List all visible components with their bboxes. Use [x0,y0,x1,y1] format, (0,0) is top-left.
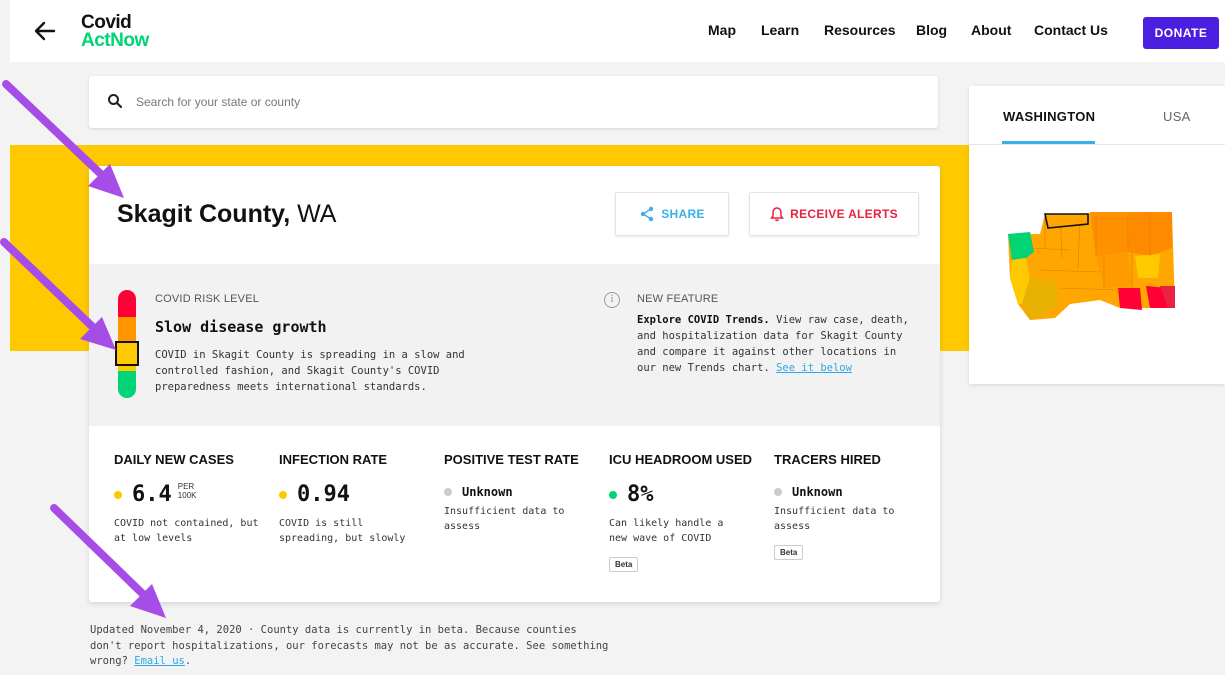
nav-contact-us[interactable]: Contact Us [1034,22,1108,38]
tab-usa[interactable]: USA [1163,109,1191,124]
nav-learn[interactable]: Learn [761,22,799,38]
risk-section: COVID RISK LEVEL Slow disease growth COV… [89,264,940,426]
metric-value: 0.94 [297,482,350,507]
metric-title: POSITIVE TEST RATE [444,452,579,467]
unit-top: PER [177,481,195,491]
receive-alerts-button[interactable]: RECEIVE ALERTS [749,192,919,236]
beta-badge: Beta [774,545,804,560]
tab-divider [969,144,1225,145]
bell-icon [770,207,785,222]
share-label: SHARE [661,207,705,221]
search-input[interactable]: Search for your state or county [89,76,938,128]
nav-map[interactable]: Map [708,22,736,38]
state-abbrev: WA [297,200,337,228]
metric-title: TRACERS HIRED [774,452,881,467]
metric-value: 8% [627,482,654,507]
nav-blog[interactable]: Blog [916,22,947,38]
metric-icu-headroom[interactable]: ICU HEADROOM USED 8% Can likely handle a… [609,452,759,572]
risk-description: COVID in Skagit County is spreading in a… [155,349,465,393]
metric-description: Insufficient data to assess [444,506,565,532]
share-icon [641,206,654,222]
footnote-end: . [184,655,192,667]
search-icon [108,94,123,109]
metric-unit: PER 100K [178,482,197,500]
map-panel: WASHINGTON USA [969,86,1225,384]
unit-bottom: 100K [177,490,197,500]
metric-tracers-hired[interactable]: TRACERS HIRED Unknown Insufficient data … [774,452,924,560]
see-it-below-link[interactable]: See it below [776,362,852,374]
metric-description: Insufficient data to assess [774,506,895,532]
logo-line-2: ActNow [81,30,149,51]
covid-act-now-logo[interactable]: Covid ActNow [81,13,149,51]
nav-resources[interactable]: Resources [824,22,896,38]
location-card: Skagit County, WA SHARE RECEIVE ALERTS C… [89,166,940,602]
tab-washington[interactable]: WASHINGTON [1003,109,1095,124]
info-icon: i [604,292,620,308]
footnote: Updated November 4, 2020 · County data i… [90,623,610,670]
metric-title: INFECTION RATE [279,452,388,467]
status-dot [444,488,452,496]
status-dot [279,490,287,499]
donate-button[interactable]: DONATE [1143,17,1219,49]
washington-county-map[interactable] [1000,208,1176,324]
meter-selected-indicator [115,341,139,366]
email-us-link[interactable]: Email us [134,655,185,667]
new-feature-bold: Explore COVID Trends. [637,314,770,326]
new-feature-label: NEW FEATURE [637,293,719,305]
meter-segment-high [118,317,136,344]
metric-daily-new-cases[interactable]: DAILY NEW CASES 6.4 PER 100K COVID not co… [114,452,264,544]
metric-title: DAILY NEW CASES [114,452,234,467]
new-feature-text: Explore COVID Trends. View raw case, dea… [637,312,917,376]
metric-positive-test-rate[interactable]: POSITIVE TEST RATE Unknown Insufficient … [444,452,594,532]
metric-infection-rate[interactable]: INFECTION RATE 0.94 COVID is still sprea… [279,452,429,544]
metric-value: Unknown [792,485,843,499]
metric-description: Can likely handle a new wave of COVID [609,518,724,544]
location-title: Skagit County, WA [117,200,336,229]
metric-description: COVID not contained, but at low levels [114,518,259,544]
back-arrow-icon[interactable] [34,18,56,44]
share-button[interactable]: SHARE [615,192,729,236]
status-dot [609,490,617,499]
receive-alerts-label: RECEIVE ALERTS [790,207,898,221]
meter-segment-critical [118,290,136,317]
status-dot [774,488,782,496]
metric-value: Unknown [462,485,513,499]
risk-level-value: Slow disease growth [155,318,327,336]
county-name: Skagit County, [117,200,291,228]
meter-segment-low [118,371,136,398]
search-placeholder: Search for your state or county [136,95,301,109]
beta-badge: Beta [609,557,639,572]
metric-value: 6.4 [132,482,172,507]
nav-about[interactable]: About [971,22,1011,38]
status-dot [114,490,122,499]
top-header: Covid ActNow Map Learn Resources Blog Ab… [10,0,1225,62]
metric-description: COVID is still spreading, but slowly [279,518,406,544]
metric-title: ICU HEADROOM USED [609,452,753,467]
risk-level-label: COVID RISK LEVEL [155,293,260,305]
risk-level-meter [115,290,139,398]
